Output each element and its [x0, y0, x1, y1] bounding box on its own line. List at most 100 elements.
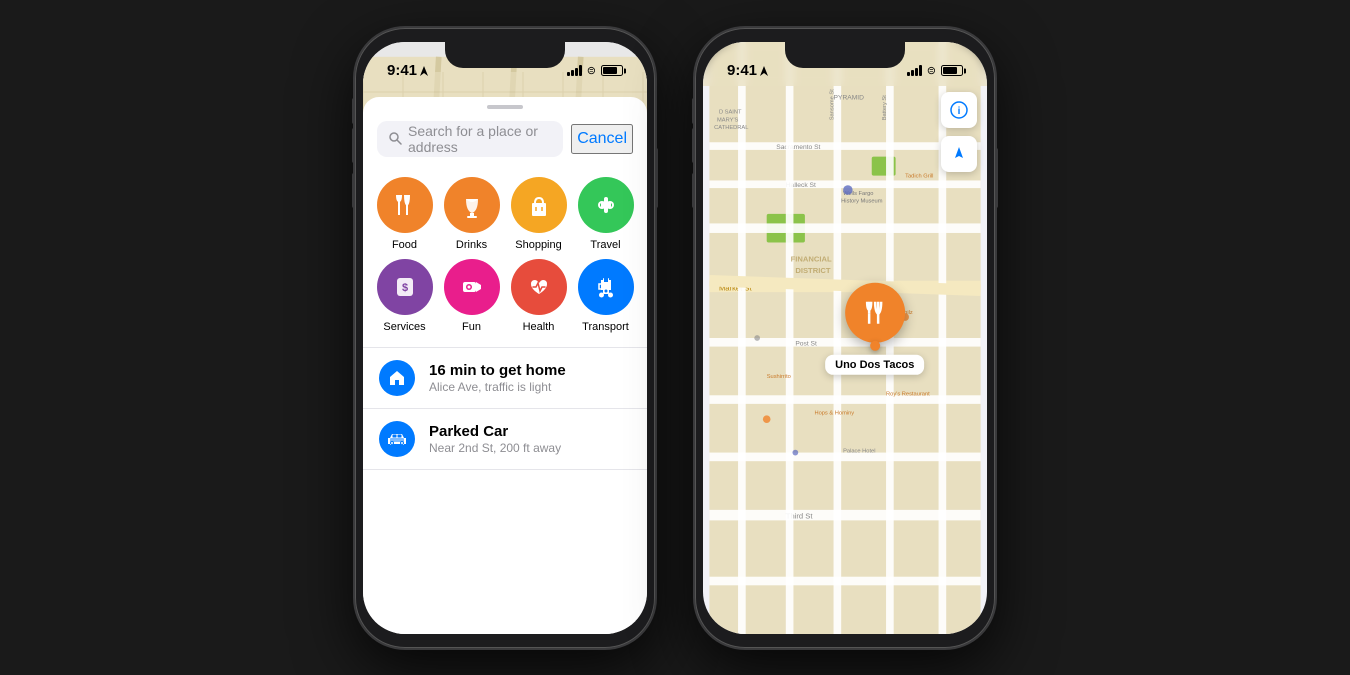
health-icon-circle [511, 259, 567, 315]
food-icon-circle [377, 177, 433, 233]
volume-up-button-right [692, 128, 695, 163]
left-phone: YA... 9:41 ⊜ [355, 28, 655, 648]
notch-right [785, 42, 905, 68]
svg-text:Hops & Hominy: Hops & Hominy [814, 410, 854, 416]
food-pin[interactable]: Uno Dos Tacos [825, 282, 924, 374]
battery-icon-right [941, 65, 963, 76]
car-quick-item[interactable]: Parked Car Near 2nd St, 200 ft away [363, 409, 647, 470]
svg-text:Post St: Post St [795, 340, 817, 347]
travel-label: Travel [590, 239, 620, 251]
svg-text:D SAINT: D SAINT [719, 109, 742, 115]
pin-circle [845, 282, 905, 342]
svg-text:Sushirrito: Sushirrito [767, 374, 791, 380]
svg-text:DISTRICT: DISTRICT [795, 266, 831, 275]
food-label: Food [392, 239, 417, 251]
signal-icon-left [567, 65, 582, 76]
bottom-sheet: Search for a place or address Cancel [363, 97, 647, 634]
time-display-left: 9:41 [387, 62, 428, 79]
category-food[interactable]: Food [373, 177, 436, 251]
car-quick-icon [379, 421, 415, 457]
home-icon [388, 369, 406, 387]
drinks-icon [458, 191, 486, 219]
map-container: Sacramento St Halleck St Market St Post … [703, 42, 987, 634]
pin-food-icon [860, 297, 890, 327]
category-transport[interactable]: Transport [574, 259, 637, 333]
car-subtitle: Near 2nd St, 200 ft away [429, 441, 561, 455]
left-screen: YA... 9:41 ⊜ [363, 42, 647, 634]
search-input-field[interactable]: Search for a place or address [377, 121, 563, 157]
volume-down-button [352, 173, 355, 208]
svg-text:Roy's Restaurant: Roy's Restaurant [886, 391, 930, 397]
transport-icon [592, 273, 620, 301]
car-icon [387, 431, 407, 447]
food-icon [391, 191, 419, 219]
svg-text:Sacramento St: Sacramento St [776, 143, 820, 150]
car-title: Parked Car [429, 423, 561, 440]
category-drinks[interactable]: Drinks [440, 177, 503, 251]
battery-icon-left [601, 65, 623, 76]
category-grid: Food Drinks [363, 171, 647, 348]
map-overlay-buttons: i [941, 92, 977, 172]
travel-icon [592, 191, 620, 219]
location-button[interactable] [941, 136, 977, 172]
right-phone: Sacramento St Halleck St Market St Post … [695, 28, 995, 648]
home-quick-icon [379, 360, 415, 396]
search-bar[interactable]: Search for a place or address Cancel [377, 121, 633, 157]
transport-icon-circle [578, 259, 634, 315]
transport-label: Transport [582, 321, 629, 333]
drinks-icon-circle [444, 177, 500, 233]
home-subtitle: Alice Ave, traffic is light [429, 380, 566, 394]
home-quick-item[interactable]: 16 min to get home Alice Ave, traffic is… [363, 348, 647, 409]
power-button-right [995, 148, 998, 208]
svg-text:$: $ [401, 282, 407, 294]
volume-down-button-right [692, 173, 695, 208]
category-shopping[interactable]: Shopping [507, 177, 570, 251]
svg-text:FINANCIAL: FINANCIAL [791, 254, 832, 263]
silent-switch [352, 98, 355, 124]
svg-text:CATHEDRAL: CATHEDRAL [714, 124, 748, 130]
svg-text:i: i [958, 106, 961, 117]
category-health[interactable]: Health [507, 259, 570, 333]
drinks-label: Drinks [456, 239, 487, 251]
fun-icon-circle [444, 259, 500, 315]
sheet-handle [487, 105, 523, 109]
fun-label: Fun [462, 321, 481, 333]
shopping-icon [525, 191, 553, 219]
svg-text:Tadich Grill: Tadich Grill [905, 173, 933, 179]
signal-icon-right [907, 65, 922, 76]
status-icons-left: ⊜ [567, 64, 623, 77]
home-quick-text: 16 min to get home Alice Ave, traffic is… [429, 362, 566, 394]
category-services[interactable]: $ Services [373, 259, 436, 333]
svg-text:History Museum: History Museum [841, 198, 883, 204]
car-quick-text: Parked Car Near 2nd St, 200 ft away [429, 423, 561, 455]
category-fun[interactable]: Fun [440, 259, 503, 333]
wifi-icon-left: ⊜ [587, 64, 596, 77]
shopping-icon-circle [511, 177, 567, 233]
health-label: Health [523, 321, 555, 333]
wifi-icon-right: ⊜ [927, 64, 936, 77]
location-indicator-left [420, 66, 428, 76]
svg-text:PYRAMID: PYRAMID [834, 94, 865, 101]
info-button[interactable]: i [941, 92, 977, 128]
svg-text:MARY'S: MARY'S [717, 117, 739, 123]
category-travel[interactable]: Travel [574, 177, 637, 251]
volume-up-button [352, 128, 355, 163]
search-placeholder-text: Search for a place or address [408, 123, 551, 155]
status-icons-right: ⊜ [907, 64, 963, 77]
shopping-label: Shopping [515, 239, 562, 251]
power-button [655, 148, 658, 208]
fun-icon [458, 273, 486, 301]
svg-text:Palace Hotel: Palace Hotel [843, 448, 875, 454]
services-icon-circle: $ [377, 259, 433, 315]
info-icon: i [950, 101, 968, 119]
home-title: 16 min to get home [429, 362, 566, 379]
health-icon [525, 273, 553, 301]
time-display-right: 9:41 [727, 62, 768, 79]
notch [445, 42, 565, 68]
pin-dot [870, 340, 880, 350]
travel-icon-circle [578, 177, 634, 233]
search-icon [389, 132, 402, 145]
right-screen: Sacramento St Halleck St Market St Post … [703, 42, 987, 634]
cancel-button[interactable]: Cancel [571, 124, 633, 154]
services-label: Services [383, 321, 425, 333]
